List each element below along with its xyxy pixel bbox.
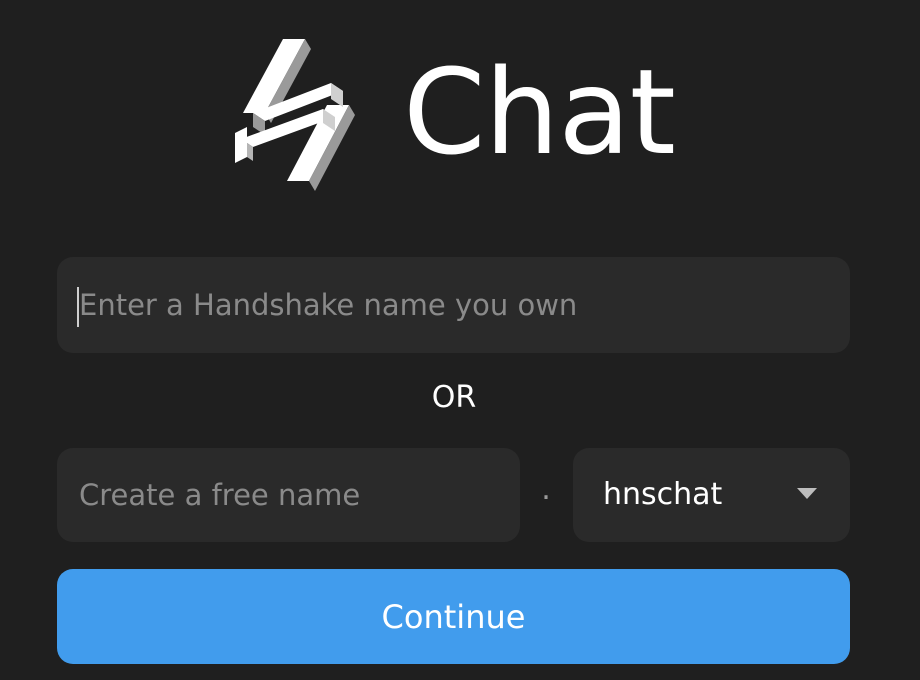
app-title: Chat: [403, 43, 676, 181]
owned-name-field[interactable]: [57, 257, 850, 353]
brand-header: Chat: [0, 30, 920, 200]
free-name-input[interactable]: [57, 448, 520, 542]
text-cursor: [77, 287, 79, 327]
domain-select[interactable]: hnschat: [573, 448, 850, 542]
owned-name-input[interactable]: [57, 257, 850, 353]
free-name-field[interactable]: [57, 448, 520, 542]
caret-down-icon: [797, 488, 817, 499]
domain-separator: .: [541, 472, 551, 507]
continue-button[interactable]: Continue: [57, 569, 850, 664]
domain-select-value: hnschat: [603, 477, 723, 512]
or-divider-label: OR: [431, 380, 477, 415]
login-screen: Chat OR . hnschat Continue: [0, 0, 920, 680]
hns-logo-icon: [235, 39, 356, 191]
